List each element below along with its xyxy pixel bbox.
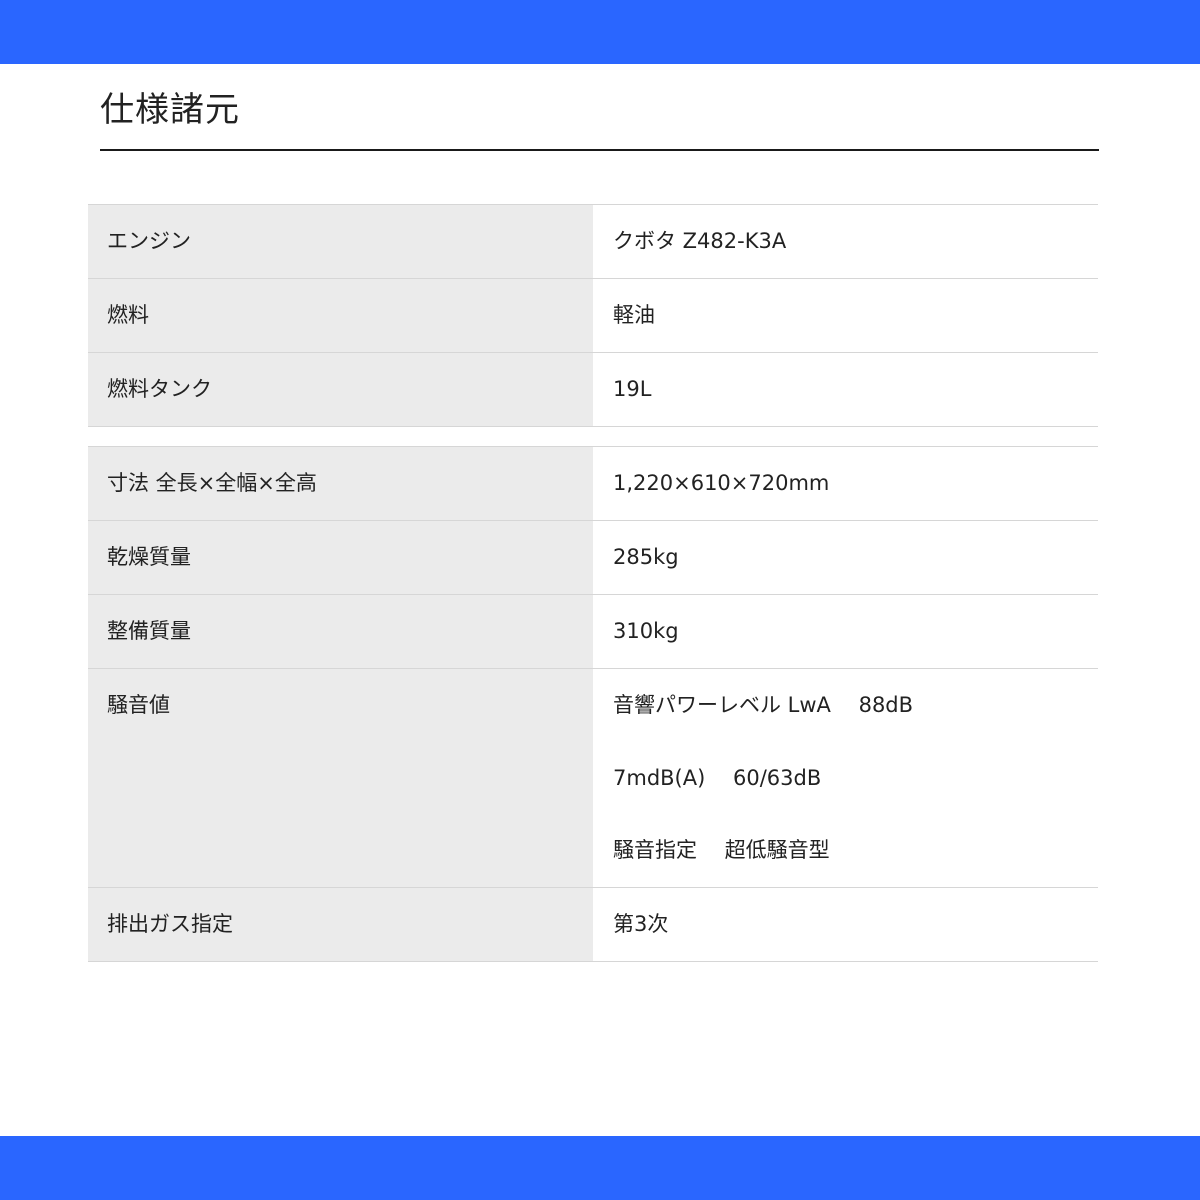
spec-value: クボタ Z482-K3A <box>593 205 1098 278</box>
noise-designation: 騒音指定 超低騒音型 <box>613 838 830 862</box>
spec-value: 285kg <box>593 521 1098 594</box>
spec-value: 1,220×610×720mm <box>593 447 1098 520</box>
spec-row-dry-weight: 乾燥質量 285kg <box>88 521 1098 595</box>
spec-row-engine: エンジン クボタ Z482-K3A <box>88 205 1098 279</box>
spec-label: 乾燥質量 <box>88 521 593 594</box>
spec-row-emission: 排出ガス指定 第3次 <box>88 888 1098 962</box>
spec-value: 軽油 <box>593 279 1098 352</box>
spec-value-noise: 音響パワーレベル LwA 88dB 7mdB(A) 60/63dB 騒音指定 超… <box>593 669 1098 887</box>
spec-value: 19L <box>593 353 1098 426</box>
spec-label: エンジン <box>88 205 593 278</box>
spec-row-fuel: 燃料 軽油 <box>88 279 1098 353</box>
noise-sound-power: 音響パワーレベル LwA 88dB <box>613 693 914 717</box>
page-title: 仕様諸元 <box>100 90 240 130</box>
spec-row-fuel-tank: 燃料タンク 19L <box>88 353 1098 427</box>
spec-row-dimensions: 寸法 全長×全幅×全高 1,220×610×720mm <box>88 447 1098 521</box>
spec-label: 騒音値 <box>88 669 593 887</box>
spec-label: 整備質量 <box>88 595 593 668</box>
spec-row-operating-weight: 整備質量 310kg <box>88 595 1098 669</box>
spec-label: 寸法 全長×全幅×全高 <box>88 447 593 520</box>
bottom-accent-bar <box>0 1136 1200 1200</box>
spec-table-dimensions: 寸法 全長×全幅×全高 1,220×610×720mm 乾燥質量 285kg 整… <box>88 446 1098 962</box>
spec-table-basic: エンジン クボタ Z482-K3A 燃料 軽油 燃料タンク 19L <box>88 204 1098 427</box>
spec-row-noise: 騒音値 音響パワーレベル LwA 88dB 7mdB(A) 60/63dB 騒音… <box>88 669 1098 888</box>
spec-label: 燃料 <box>88 279 593 352</box>
noise-7m-level: 7mdB(A) 60/63dB <box>613 766 822 790</box>
spec-label: 燃料タンク <box>88 353 593 426</box>
spec-label: 排出ガス指定 <box>88 888 593 961</box>
title-divider <box>100 149 1099 151</box>
top-accent-bar <box>0 0 1200 64</box>
spec-value: 第3次 <box>593 888 1098 961</box>
spec-value: 310kg <box>593 595 1098 668</box>
